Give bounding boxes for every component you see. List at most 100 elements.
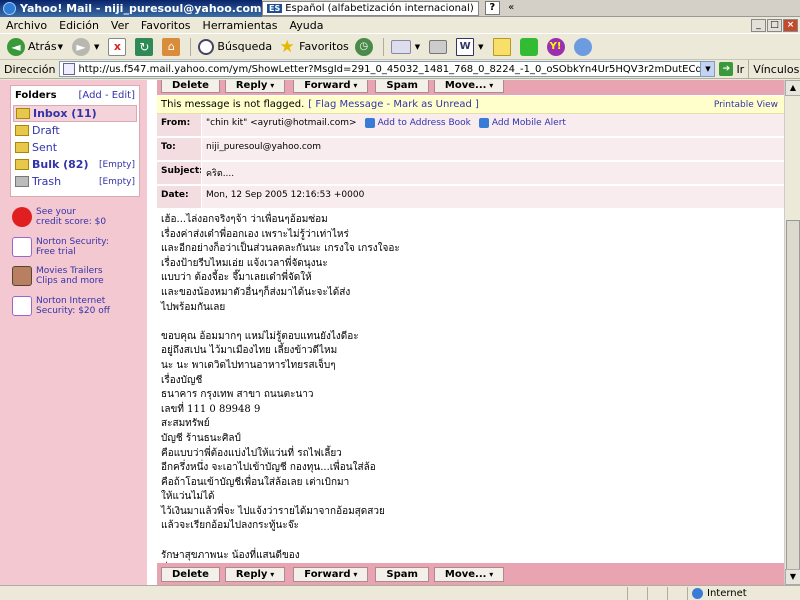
promo-norton-internet[interactable]: Norton Internet Security: $20 off xyxy=(12,296,110,316)
folder-draft[interactable]: Draft xyxy=(15,122,135,139)
message-headers: From: "chin kit" <ayruti@hotmail.com> Ad… xyxy=(157,114,784,210)
forward-button[interactable]: Forward xyxy=(293,566,369,582)
menu-ver[interactable]: Ver xyxy=(105,19,135,32)
menu-archivo[interactable]: Archivo xyxy=(0,19,53,32)
delete-button[interactable]: Delete xyxy=(161,566,220,582)
yahoo-messenger-button[interactable]: Y! xyxy=(544,36,571,58)
restore-button[interactable]: □ xyxy=(767,18,782,32)
folder-label: Bulk (82) xyxy=(32,158,89,171)
favorites-button[interactable]: ★ Favoritos xyxy=(275,36,352,58)
folder-label: Inbox (11) xyxy=(33,107,97,120)
move-button[interactable]: Move... xyxy=(433,80,505,93)
menu-herramientas[interactable]: Herramientas xyxy=(197,19,284,32)
spam-button[interactable]: Spam xyxy=(375,566,429,582)
minimize-button[interactable]: _ xyxy=(751,18,766,32)
edit-button[interactable]: W ▼ xyxy=(453,36,489,58)
norton-icon xyxy=(12,237,32,257)
promo-text: Free trial xyxy=(36,247,76,257)
extension-button[interactable] xyxy=(517,36,544,58)
folder-label: Trash xyxy=(32,175,62,188)
back-arrow-icon: ◄ xyxy=(7,37,25,56)
ie-icon xyxy=(3,2,16,15)
help-button[interactable]: ? xyxy=(484,1,500,15)
reply-button[interactable]: Reply xyxy=(224,566,286,582)
folder-label: Draft xyxy=(32,124,60,137)
promo-credit-score[interactable]: See your credit score: $0 xyxy=(12,207,106,227)
menu-ayuda[interactable]: Ayuda xyxy=(283,19,329,32)
scroll-up-icon[interactable]: ▲ xyxy=(785,80,800,96)
go-button[interactable]: ➔ Ir xyxy=(715,62,748,76)
back-label: Atrás xyxy=(28,40,57,53)
spam-button[interactable]: Spam xyxy=(375,80,429,93)
flag-message-link[interactable]: [ Flag Message - Mark as Unread ] xyxy=(308,99,479,110)
home-button[interactable]: ⌂ xyxy=(159,36,186,58)
msn-messenger-button[interactable] xyxy=(571,36,598,58)
menu-favoritos[interactable]: Favoritos xyxy=(135,19,197,32)
refresh-button[interactable]: ↻ xyxy=(132,36,159,58)
promo-text: credit score: $0 xyxy=(36,217,107,227)
favorites-label: Favoritos xyxy=(299,40,349,53)
links-button[interactable]: Vínculos » xyxy=(748,60,800,78)
close-button[interactable]: × xyxy=(783,18,798,32)
back-button[interactable]: ◄ Atrás ▼ xyxy=(4,36,69,58)
bottom-action-bar: Delete Reply Forward Spam Move... xyxy=(157,563,784,585)
scroll-down-icon[interactable]: ▼ xyxy=(785,569,800,585)
heart-icon xyxy=(12,207,32,227)
mail-button[interactable]: ▼ xyxy=(388,36,426,58)
note-icon xyxy=(492,37,511,56)
scrollbar-thumb[interactable] xyxy=(786,220,800,575)
globe-icon xyxy=(692,587,703,599)
move-button[interactable]: Move... xyxy=(433,566,505,582)
header-label: Subject: xyxy=(157,162,203,184)
menu-edicion[interactable]: Edición xyxy=(53,19,105,32)
chevron-left-icon[interactable]: « xyxy=(504,1,519,15)
promo-text: Clips and more xyxy=(36,276,104,286)
print-button[interactable] xyxy=(426,36,453,58)
movie-thumbnail-icon xyxy=(12,266,32,286)
search-button[interactable]: Búsqueda xyxy=(195,36,275,58)
printer-icon xyxy=(429,39,448,54)
active-window-title[interactable]: Yahoo! Mail - niji_puresoul@yahoo.com - … xyxy=(0,0,262,17)
printable-view-link[interactable]: Printable View xyxy=(714,100,784,110)
stop-button[interactable]: x xyxy=(105,36,132,58)
empty-trash-link[interactable]: [Empty] xyxy=(99,177,135,187)
promo-text: Movies Trailers xyxy=(36,266,103,276)
other-window-tab[interactable]: ES Español (alfabetización internacional… xyxy=(262,0,479,16)
folder-inbox[interactable]: Inbox (11) xyxy=(13,105,137,122)
folder-icon xyxy=(15,142,29,153)
link-label: Add to Address Book xyxy=(377,118,471,128)
mail-icon xyxy=(390,39,411,54)
vertical-scrollbar[interactable]: ▲ ▼ xyxy=(784,80,800,585)
folder-icon xyxy=(16,108,30,119)
add-to-address-book-link[interactable]: Add to Address Book xyxy=(364,118,471,128)
forward-dropdown-icon[interactable]: ▼ xyxy=(94,43,99,51)
folder-bulk[interactable]: Bulk (82) [Empty] xyxy=(15,156,135,173)
promo-movies[interactable]: Movies Trailers Clips and more xyxy=(12,266,104,286)
messenger-icon xyxy=(573,37,592,56)
taskbar-area: ES Español (alfabetización internacional… xyxy=(262,0,800,17)
add-mobile-alert-link[interactable]: Add Mobile Alert xyxy=(478,118,566,128)
empty-bulk-link[interactable]: [Empty] xyxy=(99,160,135,170)
folder-sent[interactable]: Sent xyxy=(15,139,135,156)
address-dropdown-icon[interactable]: ▼ xyxy=(700,62,715,76)
folders-add-edit-link[interactable]: [Add - Edit] xyxy=(79,90,136,101)
delete-button[interactable]: Delete xyxy=(161,80,220,93)
forward-button[interactable]: ► ▼ xyxy=(69,36,105,58)
link-label: Add Mobile Alert xyxy=(491,118,566,128)
promo-norton-security[interactable]: Norton Security: Free trial xyxy=(12,237,109,257)
window-controls: _ □ × xyxy=(751,18,800,32)
back-dropdown-icon[interactable]: ▼ xyxy=(58,43,63,51)
discuss-button[interactable] xyxy=(490,36,517,58)
date: Mon, 12 Sep 2005 12:16:53 +0000 xyxy=(201,186,784,208)
reply-button[interactable]: Reply xyxy=(224,80,286,93)
folder-icon xyxy=(15,159,29,170)
address-input[interactable]: http://us.f547.mail.yahoo.com/ym/ShowLet… xyxy=(59,61,716,77)
history-button[interactable]: ◷ xyxy=(352,36,379,58)
promo-text: Security: $20 off xyxy=(36,306,110,316)
address-url[interactable]: http://us.f547.mail.yahoo.com/ym/ShowLet… xyxy=(78,64,700,75)
folder-trash[interactable]: Trash [Empty] xyxy=(15,173,135,190)
mobile-alert-icon xyxy=(478,118,489,128)
forward-button[interactable]: Forward xyxy=(293,80,369,93)
go-label: Ir xyxy=(736,62,745,76)
go-arrow-icon: ➔ xyxy=(719,62,734,76)
